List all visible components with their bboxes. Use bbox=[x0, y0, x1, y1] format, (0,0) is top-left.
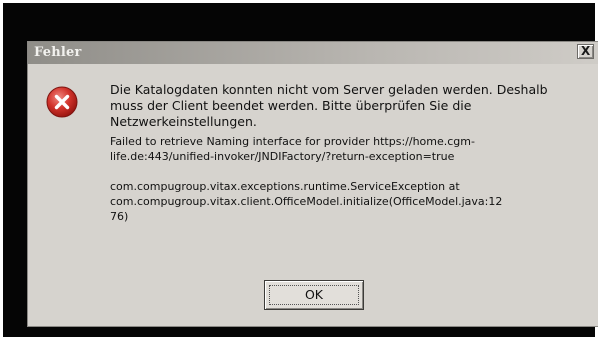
message-line: Die Katalogdaten konnten nicht vom Serve… bbox=[110, 82, 548, 97]
message-line: muss der Client beendet werden. Bitte üb… bbox=[110, 98, 472, 113]
ok-button-label: OK bbox=[304, 287, 324, 302]
detail-line: life.de:443/unified-invoker/JNDIFactory/… bbox=[110, 150, 455, 163]
message-area: Die Katalogdaten konnten nicht vom Serve… bbox=[110, 82, 590, 224]
dialog-titlebar[interactable]: Fehler X bbox=[28, 42, 598, 64]
exception-line: com.compugroup.vitax.client.OfficeModel.… bbox=[110, 195, 503, 208]
ok-button[interactable]: OK bbox=[264, 280, 364, 310]
close-icon: X bbox=[581, 44, 591, 58]
error-message: Die Katalogdaten konnten nicht vom Serve… bbox=[110, 82, 590, 130]
close-button[interactable]: X bbox=[577, 44, 594, 59]
exception-line: 76) bbox=[110, 210, 129, 223]
error-icon bbox=[46, 86, 78, 118]
screen-background: Fehler X Die Katalogdaten konnten nicht … bbox=[3, 3, 598, 337]
detail-line: Failed to retrieve Naming interface for … bbox=[110, 135, 475, 148]
error-dialog: Fehler X Die Katalogdaten konnten nicht … bbox=[27, 41, 598, 327]
dialog-title: Fehler bbox=[34, 45, 82, 60]
exception-line: com.compugroup.vitax.exceptions.runtime.… bbox=[110, 180, 460, 193]
error-detail: Failed to retrieve Naming interface for … bbox=[110, 134, 590, 164]
message-line: Netzwerkeinstellungen. bbox=[110, 114, 257, 129]
exception-trace: com.compugroup.vitax.exceptions.runtime.… bbox=[110, 179, 590, 224]
